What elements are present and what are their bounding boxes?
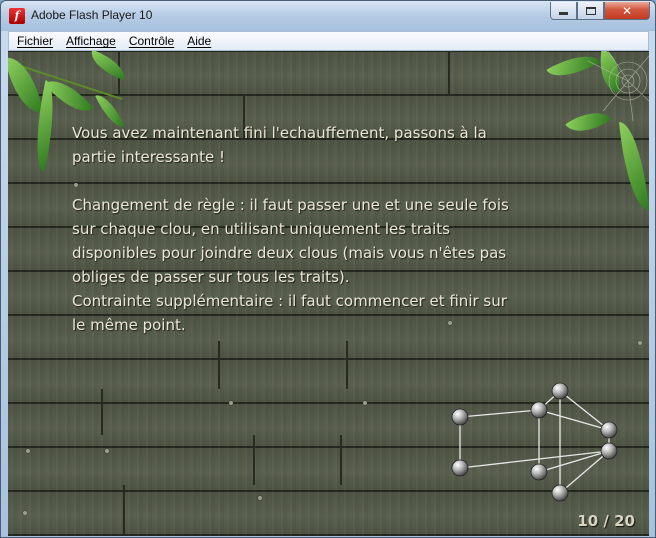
puzzle-nail[interactable] [451, 408, 469, 426]
nail-puzzle-board[interactable] [438, 371, 638, 511]
flash-player-window: f Adobe Flash Player 10 ✕ Fichier Affich… [0, 0, 656, 538]
close-button[interactable]: ✕ [604, 2, 650, 20]
puzzle-edge [559, 390, 610, 431]
plank-seam [123, 485, 125, 536]
plank-seam [448, 51, 450, 95]
title-bar[interactable]: f Adobe Flash Player 10 ✕ [1, 1, 655, 31]
menu-aide[interactable]: Aide [181, 34, 218, 48]
close-icon: ✕ [621, 3, 633, 18]
nail [258, 496, 262, 500]
puzzle-nail[interactable] [551, 484, 569, 502]
flash-player-icon: f [9, 8, 25, 24]
instructions-text: Vous avez maintenant fini l'echauffement… [72, 124, 509, 334]
puzzle-edge [459, 409, 540, 418]
leaf-decoration [86, 51, 130, 81]
puzzle-nail[interactable] [551, 382, 569, 400]
nail [105, 449, 109, 453]
plank-seam [253, 435, 255, 485]
window-title: Adobe Flash Player 10 [31, 8, 153, 22]
leaf-decoration [619, 120, 649, 212]
window-controls: ✕ [550, 2, 650, 20]
plank-seam [340, 435, 342, 485]
menu-controle[interactable]: Contrôle [123, 34, 181, 48]
puzzle-nail[interactable] [600, 442, 618, 460]
plank-seam [346, 341, 348, 389]
page-counter: 10 / 20 [577, 512, 635, 530]
puzzle-edge [559, 450, 610, 494]
menu-fichier[interactable]: Fichier [11, 34, 60, 48]
nail [363, 401, 367, 405]
nail [229, 401, 233, 405]
plank-seam [101, 389, 103, 435]
puzzle-nails [451, 382, 618, 502]
nail [638, 341, 642, 345]
puzzle-edge [538, 409, 610, 431]
puzzle-nail[interactable] [451, 459, 469, 477]
maximize-icon [585, 6, 596, 15]
puzzle-nail[interactable] [530, 401, 548, 419]
menu-bar: Fichier Affichage Contrôle Aide [8, 31, 649, 51]
puzzle-nail[interactable] [600, 421, 618, 439]
leaf-decoration [8, 53, 43, 117]
plank-seam [218, 341, 220, 389]
game-stage[interactable]: Vous avez maintenant fini l'echauffement… [8, 51, 649, 536]
nail [23, 511, 27, 515]
menu-affichage[interactable]: Affichage [60, 34, 123, 48]
minimize-button[interactable] [550, 2, 577, 20]
nail [26, 449, 30, 453]
minimize-icon [559, 12, 568, 15]
puzzle-graph[interactable] [438, 371, 638, 511]
spider-web-icon [588, 51, 649, 121]
puzzle-nail[interactable] [530, 463, 548, 481]
maximize-button[interactable] [577, 2, 604, 20]
puzzle-edge [538, 450, 610, 473]
